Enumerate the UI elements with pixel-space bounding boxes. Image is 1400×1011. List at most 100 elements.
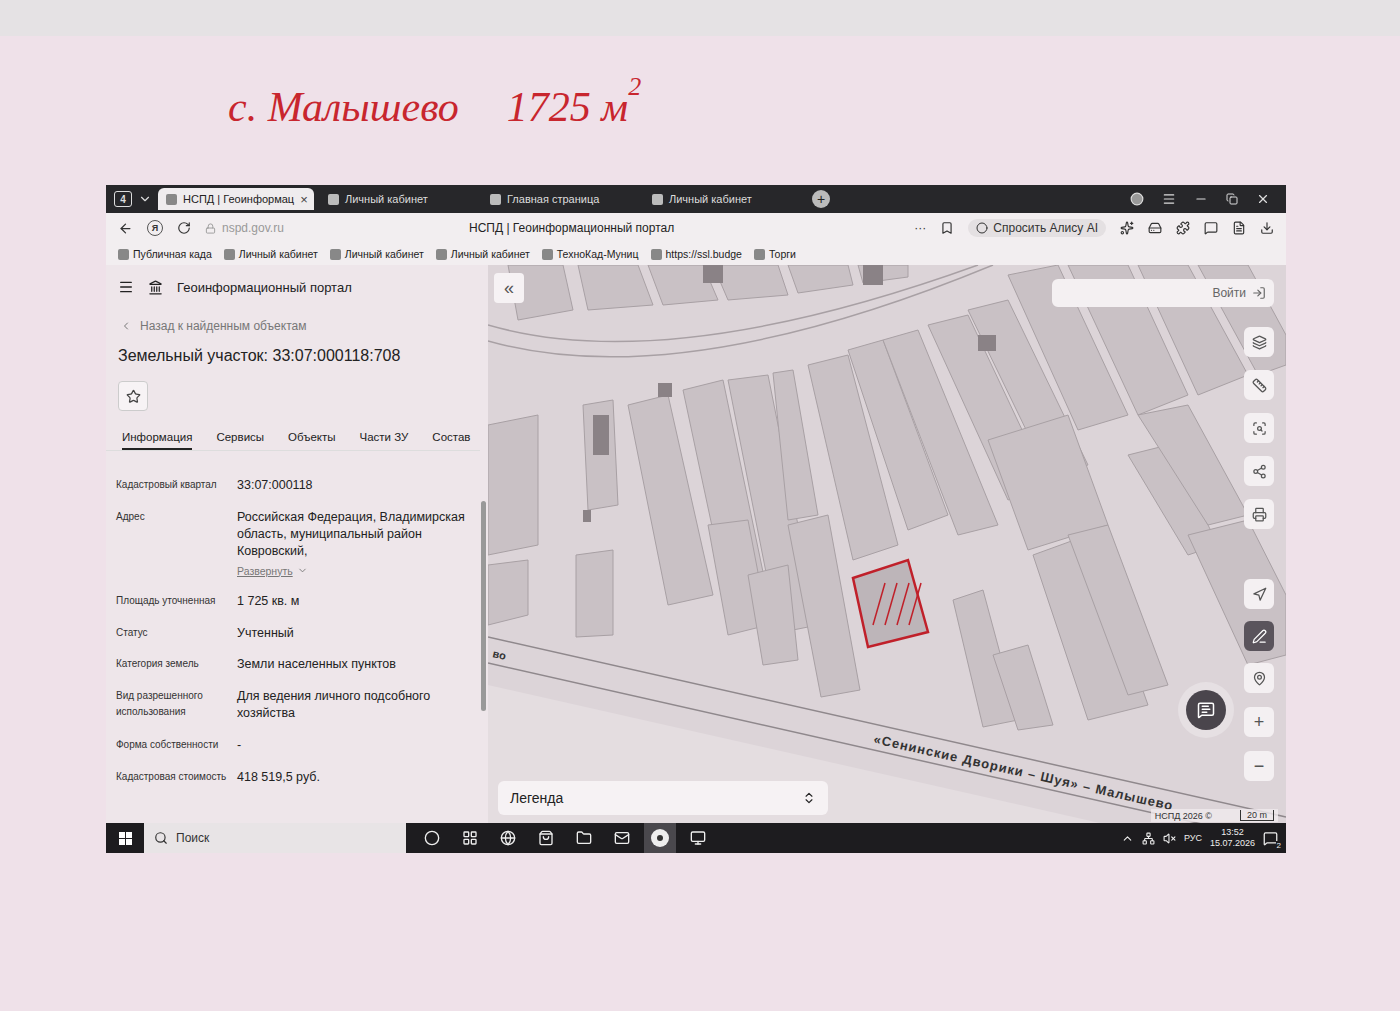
cadastral-map[interactable]: во«Сенинские Дворики – Шуя» – Малышево (488, 265, 1286, 823)
clock[interactable]: 13:5215.07.2026 (1210, 827, 1255, 850)
property-label: Площадь уточненная (116, 593, 237, 609)
puzzle-icon[interactable] (1176, 221, 1190, 235)
yandex-app[interactable] (644, 823, 676, 853)
print-button[interactable] (1244, 499, 1274, 529)
favorite-button[interactable] (118, 381, 148, 411)
volume-icon[interactable] (1163, 832, 1176, 845)
panel-tab[interactable]: Части ЗУ (360, 427, 409, 450)
more-button[interactable]: ··· (914, 221, 926, 235)
back-icon[interactable] (118, 221, 133, 236)
restore-icon[interactable] (1226, 193, 1238, 205)
parcel[interactable] (488, 415, 538, 555)
parcel[interactable] (576, 550, 613, 637)
manager-app[interactable] (682, 823, 714, 853)
scroll-thumb[interactable] (481, 501, 486, 711)
chat-button[interactable] (1178, 682, 1234, 738)
url-field[interactable]: nspd.gov.ru (205, 221, 415, 235)
parcel[interactable] (583, 400, 618, 510)
parcel[interactable] (993, 645, 1053, 730)
panel-tab[interactable]: Состав (432, 427, 470, 450)
extension-icon[interactable] (1120, 221, 1134, 235)
parcel[interactable] (488, 560, 528, 625)
panel-tab[interactable]: Информация (122, 427, 192, 450)
tab-count[interactable]: 4 (114, 191, 132, 207)
search-engine-badge[interactable]: Я (147, 220, 163, 236)
layers-button[interactable] (1244, 327, 1274, 357)
tab-close[interactable]: × (300, 192, 308, 207)
new-tab-button[interactable]: + (812, 190, 830, 208)
parcel[interactable] (713, 265, 788, 300)
parcel[interactable] (578, 265, 653, 310)
menu-icon[interactable] (1162, 192, 1176, 206)
browser-tab[interactable]: НСПД | Геоинформац× (158, 188, 314, 210)
network-icon[interactable] (1142, 832, 1155, 845)
zoom-button[interactable]: + (1244, 707, 1274, 737)
close-icon[interactable] (1256, 192, 1270, 206)
notifications[interactable]: 2 (1263, 831, 1278, 846)
chevron-icon[interactable] (138, 192, 152, 206)
browser-tab-bar: 4 НСПД | Геоинформац× Личный кабинет Главна… (106, 185, 1286, 213)
share-button[interactable] (1244, 456, 1274, 486)
bookmark-item[interactable]: Торги (754, 248, 796, 260)
panel-tab[interactable]: Сервисы (216, 427, 264, 450)
login-button[interactable]: Войти (1052, 279, 1274, 307)
property-label: Статус (116, 625, 237, 641)
menu-icon[interactable] (118, 279, 134, 295)
document-icon[interactable] (1232, 221, 1246, 235)
bookmark-item[interactable]: Личный кабинет (224, 248, 318, 260)
zoom-button[interactable]: − (1244, 751, 1274, 781)
parcel[interactable] (1068, 525, 1168, 695)
download-icon[interactable] (1260, 221, 1274, 235)
bookmark-item[interactable]: Публичная када (118, 248, 212, 260)
minimize-icon[interactable] (1194, 192, 1208, 206)
bookmark-item[interactable]: ТехноКад-Муниц (542, 248, 639, 260)
browser-tab[interactable]: Личный кабинет (320, 188, 476, 210)
tab-label: Личный кабинет (669, 193, 792, 205)
favicon-icon (652, 194, 663, 205)
language[interactable]: РУС (1184, 833, 1202, 843)
parcel[interactable] (1188, 520, 1286, 665)
bookmark-item[interactable]: Личный кабинет (436, 248, 530, 260)
mail-app[interactable] (606, 823, 638, 853)
parcel[interactable] (788, 265, 853, 293)
cortana-app[interactable] (416, 823, 448, 853)
parcel[interactable] (748, 565, 798, 665)
message-icon[interactable] (1204, 221, 1218, 235)
taskview-app[interactable] (454, 823, 486, 853)
reload-icon[interactable] (177, 221, 191, 235)
browser-tab[interactable]: Личный кабинет (644, 188, 800, 210)
scanned-page: с. Малышево1725 м24НСПД | Геоинформац×Ли… (0, 0, 1400, 1011)
bookmark-item[interactable]: https://ssl.budge (651, 248, 742, 260)
selected-parcel[interactable] (853, 560, 928, 647)
select-button[interactable] (1244, 413, 1274, 443)
store-app[interactable] (530, 823, 562, 853)
property-value: Для ведения личного подсобного хозяйства (237, 688, 474, 722)
parcel[interactable] (773, 370, 818, 520)
map[interactable]: во«Сенинские Дворики – Шуя» – Малышево« В… (488, 265, 1286, 823)
profile-icon[interactable] (1130, 192, 1144, 206)
explorer-app[interactable] (568, 823, 600, 853)
drive-icon[interactable] (1148, 221, 1162, 235)
assistant-button[interactable]: Спросить Алису AI (968, 219, 1106, 237)
taskbar-search[interactable]: Поиск (144, 823, 406, 853)
draw-button[interactable] (1244, 621, 1274, 651)
collapse-button[interactable]: « (494, 273, 524, 303)
locate-button[interactable] (1244, 579, 1274, 609)
tab-label: Личный кабинет (345, 193, 468, 205)
parcel-hatch (909, 583, 921, 625)
marker-button[interactable] (1244, 663, 1274, 693)
bookmark-icon[interactable] (940, 221, 954, 235)
system-tray: РУС 13:5215.07.2026 2 (1121, 827, 1286, 850)
legend-dropdown[interactable]: Легенда (498, 781, 828, 815)
edge-app[interactable] (492, 823, 524, 853)
bookmark-item[interactable]: Личный кабинет (330, 248, 424, 260)
panel-tab[interactable]: Объекты (288, 427, 335, 450)
expand-link[interactable]: Развернуть (237, 564, 474, 578)
back-link[interactable]: Назад к найденным объектам (106, 319, 480, 333)
ruler-button[interactable] (1244, 370, 1274, 400)
parcel[interactable] (1138, 405, 1248, 525)
property-list: Кадастровый квартал33:07:000118АдресРосс… (106, 477, 480, 786)
browser-tab[interactable]: Главная страница (482, 188, 638, 210)
tray-expand-icon[interactable] (1121, 832, 1134, 845)
start-button[interactable] (106, 823, 144, 853)
